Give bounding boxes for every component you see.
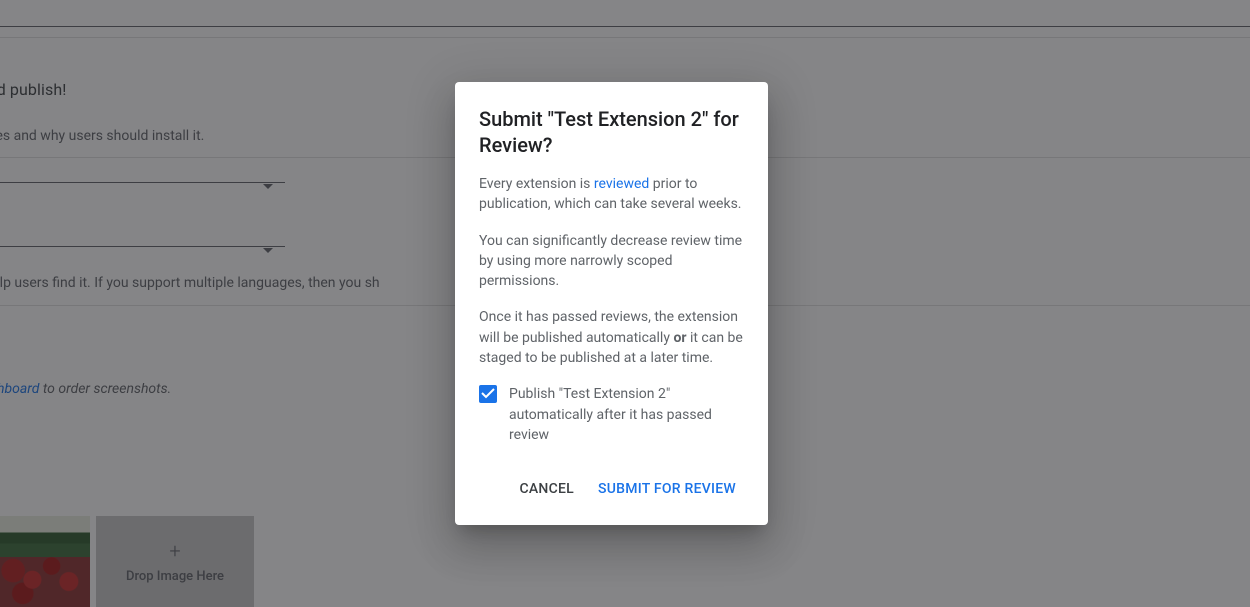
- dialog-actions: Cancel Submit for review: [479, 465, 744, 517]
- auto-publish-label: Publish "Test Extension 2" automatically…: [509, 384, 744, 445]
- cancel-button[interactable]: Cancel: [512, 473, 582, 505]
- auto-publish-checkbox[interactable]: [479, 385, 497, 403]
- dialog-paragraph-1: Every extension is reviewed prior to pub…: [479, 174, 744, 215]
- submit-review-dialog: Submit "Test Extension 2" for Review? Ev…: [455, 82, 768, 525]
- text: Every extension is: [479, 176, 594, 192]
- auto-publish-row: Publish "Test Extension 2" automatically…: [479, 384, 744, 445]
- submit-for-review-button[interactable]: Submit for review: [590, 473, 744, 505]
- text-emphasis: or: [673, 330, 686, 346]
- dialog-paragraph-2: You can significantly decrease review ti…: [479, 231, 744, 292]
- dialog-title: Submit "Test Extension 2" for Review?: [479, 106, 744, 158]
- dialog-paragraph-3: Once it has passed reviews, the extensio…: [479, 307, 744, 368]
- reviewed-link[interactable]: reviewed: [594, 176, 649, 192]
- checkmark-icon: [481, 388, 495, 399]
